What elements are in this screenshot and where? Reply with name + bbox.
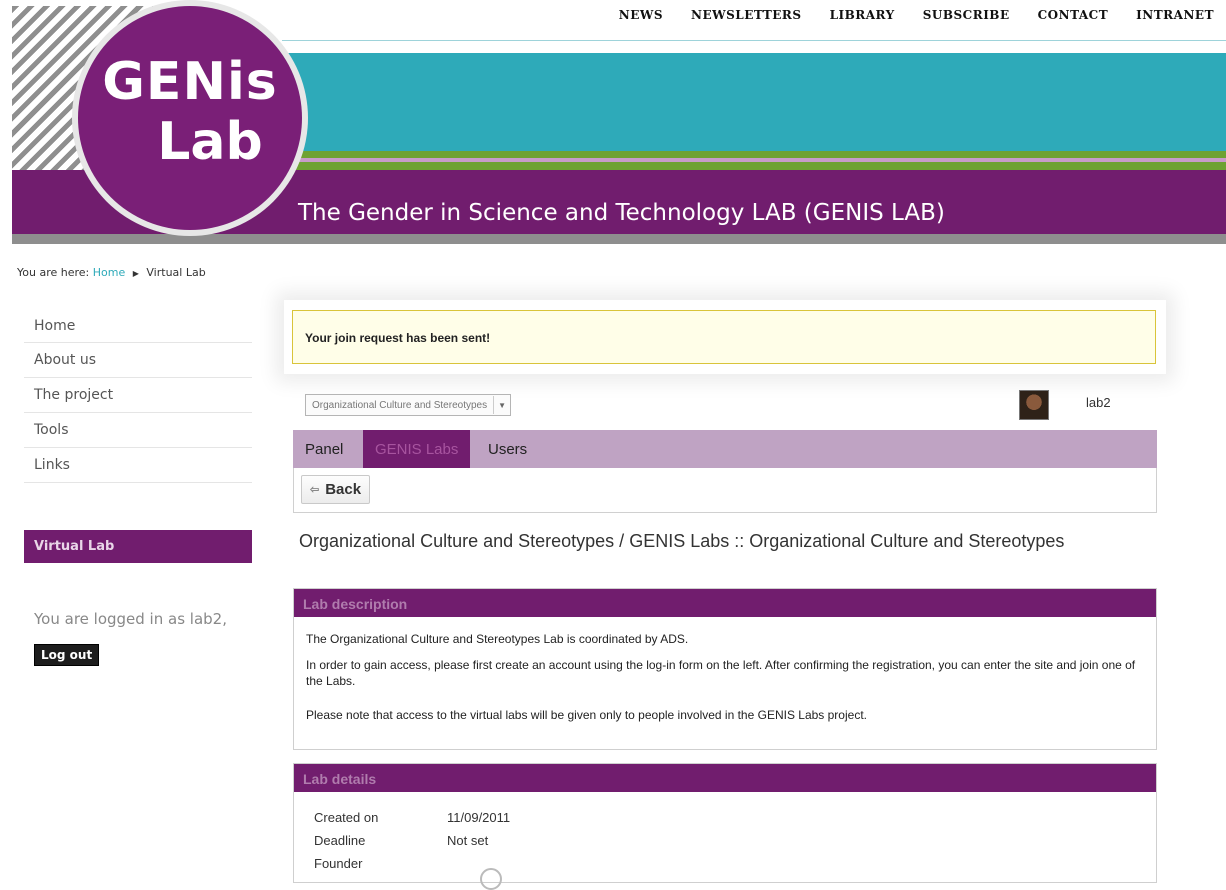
- topnav-intranet[interactable]: INTRANET: [1136, 8, 1214, 22]
- detail-label: Deadline: [314, 833, 366, 848]
- header-green-band: [252, 151, 1226, 158]
- logged-in-status: You are logged in as lab2,: [34, 610, 227, 628]
- detail-value: 11/09/2011: [447, 810, 511, 825]
- lab-details-panel: Lab details Created on 11/09/2011 Deadlin…: [293, 763, 1157, 890]
- detail-label: Founder: [314, 856, 363, 871]
- loading-spinner-icon: [480, 868, 502, 890]
- description-paragraph: In order to gain access, please first cr…: [306, 658, 1136, 688]
- header-green-band-lower: [252, 162, 1226, 170]
- toolbar: ⇦ Back: [293, 468, 1157, 513]
- tab-users[interactable]: Users: [476, 430, 539, 468]
- breadcrumb-separator-icon: ▶: [132, 269, 139, 278]
- topnav-news[interactable]: NEWS: [619, 8, 663, 22]
- detail-row-deadline: Deadline Not set: [314, 833, 488, 848]
- top-navigation: NEWS NEWSLETTERS LIBRARY SUBSCRIBE CONTA…: [591, 8, 1214, 22]
- chevron-down-icon[interactable]: ▼: [493, 396, 510, 414]
- topnav-newsletters[interactable]: NEWSLETTERS: [691, 8, 802, 22]
- success-notice: Your join request has been sent!: [292, 310, 1156, 364]
- sidebar-item-home[interactable]: Home: [24, 310, 252, 343]
- tab-panel[interactable]: Panel: [293, 430, 355, 468]
- back-button-label: Back: [325, 481, 362, 498]
- tab-genis-labs[interactable]: GENIS Labs: [363, 430, 471, 468]
- logo-text-genis: GENis: [102, 52, 278, 112]
- site-logo[interactable]: GENis Lab: [78, 6, 302, 230]
- back-arrow-icon: ⇦: [310, 484, 320, 496]
- back-button[interactable]: ⇦ Back: [301, 475, 371, 504]
- lab-description-panel: Lab description The Organizational Cultu…: [293, 588, 1157, 750]
- lab-select-dropdown[interactable]: Organizational Culture and Stereotypes ▼: [305, 394, 512, 416]
- lab-details-title: Lab details: [294, 764, 1156, 792]
- notice-text: Your join request has been sent!: [305, 331, 491, 345]
- sidebar-item-links[interactable]: Links: [24, 448, 252, 483]
- user-name[interactable]: lab2: [1086, 395, 1111, 410]
- avatar[interactable]: [1019, 390, 1049, 420]
- topnav-library[interactable]: LIBRARY: [830, 8, 895, 22]
- breadcrumb-prefix: You are here:: [17, 266, 90, 279]
- detail-value: Not set: [447, 833, 489, 848]
- header-band-top: [282, 40, 1226, 54]
- page-title: Organizational Culture and Stereotypes /…: [299, 531, 1065, 551]
- sidebar-section-virtual-lab[interactable]: Virtual Lab: [24, 530, 252, 563]
- topnav-contact[interactable]: CONTACT: [1038, 8, 1109, 22]
- tab-bar: Panel GENIS Labs Users: [293, 430, 1157, 468]
- header-teal-band: [282, 53, 1226, 151]
- sidebar-section-title: Virtual Lab: [34, 539, 115, 554]
- sidebar-item-tools[interactable]: Tools: [24, 413, 252, 448]
- detail-row-founder: Founder: [314, 856, 447, 871]
- sidebar-item-the-project[interactable]: The project: [24, 378, 252, 413]
- description-paragraph: Please note that access to the virtual l…: [306, 708, 867, 722]
- topnav-subscribe[interactable]: SUBSCRIBE: [923, 8, 1010, 22]
- logo-text-lab: Lab: [157, 112, 263, 172]
- detail-label: Created on: [314, 810, 379, 825]
- breadcrumb-current: Virtual Lab: [146, 266, 206, 279]
- breadcrumb: You are here: Home ▶ Virtual Lab: [17, 266, 206, 279]
- logout-button[interactable]: Log out: [34, 644, 100, 666]
- detail-row-created: Created on 11/09/2011: [314, 810, 510, 825]
- lab-description-title: Lab description: [294, 589, 1156, 617]
- site-title: The Gender in Science and Technology LAB…: [298, 200, 945, 226]
- lab-select-value: Organizational Culture and Stereotypes: [312, 399, 488, 411]
- site-header: GENis Lab The Gender in Science and Tech…: [12, 0, 1226, 246]
- breadcrumb-home-link[interactable]: Home: [93, 266, 125, 279]
- sidebar-navigation: Home About us The project Tools Links: [24, 310, 252, 483]
- sidebar-item-about-us[interactable]: About us: [24, 343, 252, 378]
- description-paragraph: The Organizational Culture and Stereotyp…: [306, 632, 689, 646]
